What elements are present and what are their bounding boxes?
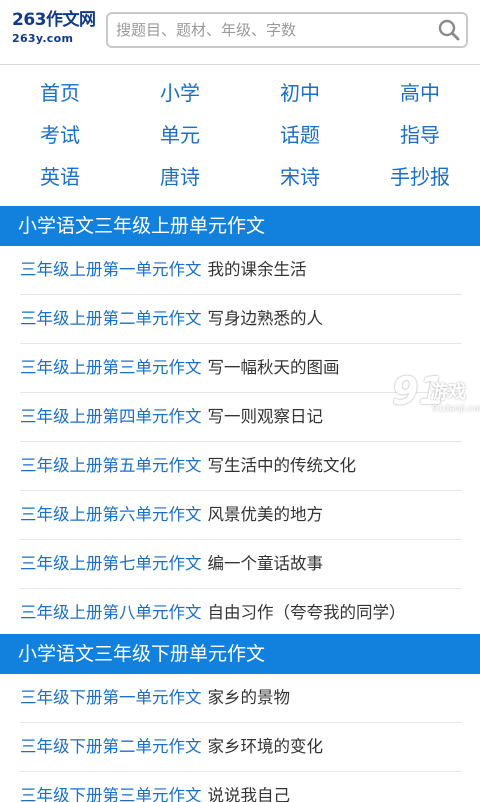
article-list: 三年级上册第一单元作文 我的课余生活 三年级上册第二单元作文 写身边熟悉的人 三年级… [0, 246, 480, 637]
search-box [106, 12, 468, 48]
watermark-logo: 91 游戏 91danji.com [392, 372, 480, 424]
list-item[interactable]: 三年级下册第一单元作文 家乡的景物 [20, 674, 462, 723]
list-item-title[interactable]: 写一则观察日记 [208, 407, 324, 426]
nav-item-topic[interactable]: 话题 [240, 114, 360, 156]
list-item-link[interactable]: 三年级上册第五单元作文 [20, 456, 202, 475]
top-header: 263作文网 263y.com [0, 0, 480, 65]
nav-item-tang-poems[interactable]: 唐诗 [120, 156, 240, 198]
watermark-domain: 91danji.com [432, 404, 480, 414]
list-item-link[interactable]: 三年级上册第一单元作文 [20, 260, 202, 279]
list-item[interactable]: 三年级上册第八单元作文 自由习作（夸夸我的同学） [20, 589, 462, 637]
list-item[interactable]: 三年级上册第六单元作文 风景优美的地方 [20, 491, 462, 540]
list-item-link[interactable]: 三年级上册第六单元作文 [20, 505, 202, 524]
site-logo[interactable]: 263作文网 263y.com [12, 12, 102, 52]
list-item[interactable]: 三年级上册第七单元作文 编一个童话故事 [20, 540, 462, 589]
article-list: 三年级下册第一单元作文 家乡的景物 三年级下册第二单元作文 家乡环境的变化 三年级下… [0, 674, 480, 802]
nav-item-senior[interactable]: 高中 [360, 72, 480, 114]
nav-item-song-poems[interactable]: 宋诗 [240, 156, 360, 198]
section-header: 小学语文三年级上册单元作文 [0, 206, 480, 246]
list-item-title[interactable]: 家乡环境的变化 [208, 737, 324, 756]
logo-title: 263作文网 [12, 10, 96, 30]
list-item[interactable]: 三年级上册第一单元作文 我的课余生活 [20, 246, 462, 295]
list-item-link[interactable]: 三年级上册第八单元作文 [20, 603, 202, 622]
nav-item-english[interactable]: 英语 [0, 156, 120, 198]
list-item-title[interactable]: 写生活中的传统文化 [208, 456, 357, 475]
list-item-link[interactable]: 三年级上册第七单元作文 [20, 554, 202, 573]
list-item-title[interactable]: 我的课余生活 [208, 260, 307, 279]
list-item-title[interactable]: 编一个童话故事 [208, 554, 324, 573]
list-item[interactable]: 三年级上册第二单元作文 写身边熟悉的人 [20, 295, 462, 344]
list-item-title[interactable]: 家乡的景物 [208, 688, 291, 707]
logo-domain: 263y.com [12, 32, 74, 45]
nav-item-unit[interactable]: 单元 [120, 114, 240, 156]
nav-item-home[interactable]: 首页 [0, 72, 120, 114]
list-item[interactable]: 三年级下册第三单元作文 说说我自己 [20, 772, 462, 802]
list-item[interactable]: 三年级上册第五单元作文 写生活中的传统文化 [20, 442, 462, 491]
nav-item-primary[interactable]: 小学 [120, 72, 240, 114]
section-header: 小学语文三年级下册单元作文 [0, 634, 480, 674]
list-item-title[interactable]: 风景优美的地方 [208, 505, 324, 524]
list-item-title[interactable]: 写一幅秋天的图画 [208, 358, 340, 377]
list-item-title[interactable]: 写身边熟悉的人 [208, 309, 324, 328]
list-item-title[interactable]: 自由习作（夸夸我的同学） [208, 603, 406, 622]
list-item-link[interactable]: 三年级下册第二单元作文 [20, 737, 202, 756]
list-item-link[interactable]: 三年级上册第四单元作文 [20, 407, 202, 426]
nav-item-guide[interactable]: 指导 [360, 114, 480, 156]
list-item-link[interactable]: 三年级上册第三单元作文 [20, 358, 202, 377]
nav-item-junior[interactable]: 初中 [240, 72, 360, 114]
category-nav: 首页 小学 初中 高中 考试 单元 话题 指导 英语 唐诗 宋诗 手抄报 [0, 72, 480, 202]
search-input[interactable] [116, 14, 426, 46]
list-item-link[interactable]: 三年级上册第二单元作文 [20, 309, 202, 328]
watermark-name: 游戏 [430, 382, 466, 403]
list-item[interactable]: 三年级下册第二单元作文 家乡环境的变化 [20, 723, 462, 772]
search-icon[interactable] [438, 19, 460, 41]
nav-item-handwritten-newspaper[interactable]: 手抄报 [360, 156, 480, 198]
nav-item-exam[interactable]: 考试 [0, 114, 120, 156]
list-item-link[interactable]: 三年级下册第一单元作文 [20, 688, 202, 707]
